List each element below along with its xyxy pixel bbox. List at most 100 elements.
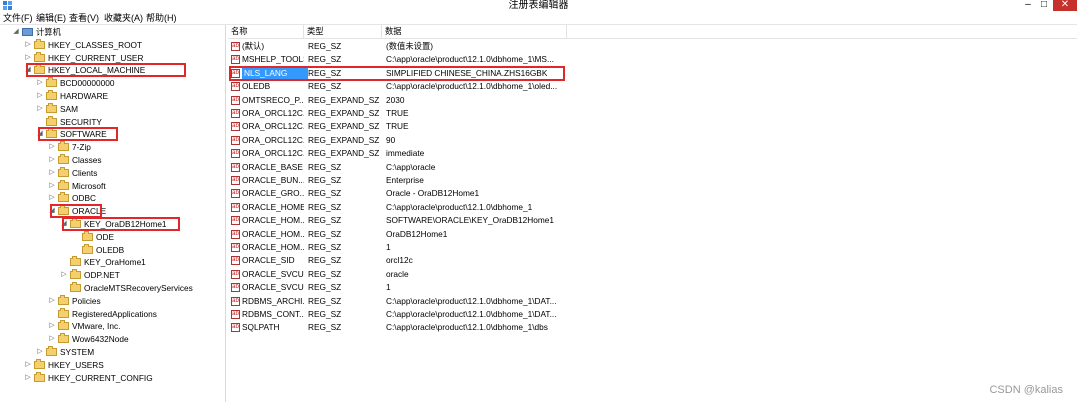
collapsed-arrow-icon[interactable]: ▷ xyxy=(48,154,56,166)
value-row[interactable]: ab ORA_ORCL12C... REG_EXPAND_SZ TRUE xyxy=(228,120,1077,133)
menu-bar: 文件(F) 编辑(E) 查看(V) 收藏夹(A) 帮助(H) xyxy=(0,12,1077,25)
value-type: REG_SZ xyxy=(308,282,342,293)
string-value-icon: ab xyxy=(231,229,240,239)
value-type: REG_SZ xyxy=(308,201,342,212)
tree-node-label: Classes xyxy=(72,155,102,165)
collapsed-arrow-icon[interactable]: ▷ xyxy=(48,320,56,332)
value-row[interactable]: ab ORA_ORCL12C... REG_EXPAND_SZ TRUE xyxy=(228,107,1077,120)
folder-icon xyxy=(58,179,69,190)
value-data: TRUE xyxy=(386,108,409,118)
folder-icon xyxy=(34,358,45,369)
value-row[interactable]: ab SQLPATH REG_SZ C:\app\oracle\product\12.… xyxy=(228,321,1077,334)
tree-node-label: VMware, Inc. xyxy=(72,321,121,332)
tree-node-label: ODE xyxy=(96,231,114,242)
collapsed-arrow-icon[interactable]: ▷ xyxy=(48,192,56,204)
value-name: ORACLE_HOM... xyxy=(242,242,304,252)
collapsed-arrow-icon[interactable]: ▷ xyxy=(48,141,56,153)
collapsed-arrow-icon[interactable]: ▷ xyxy=(36,77,44,89)
string-value-icon: ab xyxy=(231,296,240,306)
value-name: ORACLE_HOM... xyxy=(242,228,304,239)
value-row[interactable]: ab MSHELP_TOOLS REG_SZ C:\app\oracle\produc… xyxy=(228,53,1077,66)
value-data: C:\app\oracle\product\12.1.0\dbhome_1\DA… xyxy=(386,309,557,319)
collapsed-arrow-icon[interactable]: ▷ xyxy=(36,346,44,358)
collapsed-arrow-icon[interactable]: ▷ xyxy=(48,167,56,179)
value-name: RDBMS_CONT... xyxy=(242,309,304,319)
maximize-button[interactable]: □ xyxy=(1036,0,1052,11)
value-data: SOFTWARE\ORACLE\KEY_OraDB12Home1 xyxy=(386,215,554,226)
registry-tree[interactable]: ◢ 计算机 ▷ HKEY_CLASSES_ROOT ▷ HKEY_CURRENT_USER… xyxy=(0,25,226,402)
value-data: C:\app\oracle xyxy=(386,161,436,172)
value-type: REG_SZ xyxy=(308,228,342,239)
value-data: (数值未设置) xyxy=(386,41,434,51)
value-name: ORACLE_SVCU... xyxy=(242,282,304,293)
string-value-icon: ab xyxy=(231,82,240,92)
folder-icon xyxy=(70,282,81,292)
menu-edit[interactable]: 编辑(E) xyxy=(36,12,66,24)
collapsed-arrow-icon[interactable]: ▷ xyxy=(48,333,56,345)
values-list[interactable]: 名称 类型 数据 ab (默认) REG_SZ (数值未设置) ab MSHELP_TOO… xyxy=(228,25,1077,402)
watermark: CSDN @kalias xyxy=(989,384,1063,396)
tree-node-label: HKEY_USERS xyxy=(48,359,104,370)
value-data: C:\app\oracle\product\12.1.0\dbhome_1\DA… xyxy=(386,295,557,306)
expanded-arrow-icon[interactable]: ◢ xyxy=(12,26,20,38)
collapsed-arrow-icon[interactable]: ▷ xyxy=(48,295,56,307)
value-row[interactable]: ab ORACLE_SVCU... REG_SZ 1 xyxy=(228,281,1077,294)
value-data: 1 xyxy=(386,282,391,293)
value-type: REG_SZ xyxy=(308,268,342,279)
folder-icon xyxy=(82,243,93,254)
value-type: REG_SZ xyxy=(308,322,342,333)
folder-icon xyxy=(58,320,69,331)
collapsed-arrow-icon[interactable]: ▷ xyxy=(24,372,32,384)
collapsed-arrow-icon[interactable]: ▷ xyxy=(24,52,32,64)
close-button[interactable]: ✕ xyxy=(1053,0,1077,11)
value-row[interactable]: ab ORACLE_HOME REG_SZ C:\app\oracle\product… xyxy=(228,201,1077,214)
column-header-name[interactable]: 名称 xyxy=(228,25,304,38)
value-name: ORA_ORCL12C... xyxy=(242,134,304,145)
value-row[interactable]: ab ORACLE_HOM... REG_SZ SOFTWARE\ORACLE\KEY… xyxy=(228,214,1077,227)
collapsed-arrow-icon[interactable]: ▷ xyxy=(24,359,32,371)
value-row[interactable]: ab ORACLE_GRO... REG_SZ Oracle - OraDB12Hom… xyxy=(228,187,1077,200)
folder-icon xyxy=(46,77,57,88)
value-name: ORACLE_BUN... xyxy=(242,175,304,185)
value-row[interactable]: ab ORACLE_BASE REG_SZ C:\app\oracle xyxy=(228,161,1077,174)
highlight-box xyxy=(26,63,186,78)
value-row[interactable]: ab ORACLE_SID REG_SZ orcl12c xyxy=(228,254,1077,267)
title-bar: 注册表编辑器 – □ ✕ xyxy=(0,0,1077,12)
collapsed-arrow-icon[interactable]: ▷ xyxy=(36,103,44,115)
collapsed-arrow-icon[interactable]: ▷ xyxy=(60,269,68,281)
column-header-type[interactable]: 类型 xyxy=(304,25,382,38)
value-name: MSHELP_TOOLS xyxy=(242,54,304,65)
value-data: Enterprise xyxy=(386,175,424,185)
menu-view[interactable]: 查看(V) xyxy=(69,12,99,24)
value-row[interactable]: ab ORA_ORCL12C... REG_EXPAND_SZ immediate xyxy=(228,147,1077,160)
collapsed-arrow-icon[interactable]: ▷ xyxy=(24,39,32,51)
value-row[interactable]: ab ORACLE_SVCU... REG_SZ oracle xyxy=(228,268,1077,281)
value-data: 1 xyxy=(386,242,391,252)
tree-node-label: RegisteredApplications xyxy=(72,308,157,319)
value-row[interactable]: ab OMTSRECO_P... REG_EXPAND_SZ 2030 xyxy=(228,94,1077,107)
collapsed-arrow-icon[interactable]: ▷ xyxy=(48,180,56,192)
menu-favorites[interactable]: 收藏夹(A) xyxy=(104,12,143,24)
value-row[interactable]: ab ORACLE_HOM... REG_SZ OraDB12Home1 xyxy=(228,228,1077,241)
value-row[interactable]: ab RDBMS_CONT... REG_SZ C:\app\oracle\produ… xyxy=(228,308,1077,321)
value-name: ORACLE_BASE xyxy=(242,161,303,172)
folder-icon xyxy=(58,192,69,203)
value-row[interactable]: ab ORACLE_HOM... REG_SZ 1 xyxy=(228,241,1077,254)
value-row[interactable]: ab ORACLE_BUN... REG_SZ Enterprise xyxy=(228,174,1077,187)
collapsed-arrow-icon[interactable]: ▷ xyxy=(36,90,44,102)
value-name: ORACLE_SVCU... xyxy=(242,268,304,279)
highlight-box xyxy=(62,217,180,231)
string-value-icon: ab xyxy=(231,269,240,279)
menu-help[interactable]: 帮助(H) xyxy=(146,12,177,24)
string-value-icon: ab xyxy=(231,256,240,266)
value-row[interactable]: ab ORA_ORCL12C... REG_EXPAND_SZ 90 xyxy=(228,134,1077,147)
minimize-button[interactable]: – xyxy=(1020,0,1036,11)
value-name: RDBMS_ARCHI... xyxy=(242,295,304,306)
value-row[interactable]: ab OLEDB REG_SZ C:\app\oracle\product\12.1.… xyxy=(228,80,1077,93)
menu-file[interactable]: 文件(F) xyxy=(3,12,33,24)
column-header-data[interactable]: 数据 xyxy=(382,25,567,38)
folder-icon xyxy=(58,294,69,305)
value-row[interactable]: ab RDBMS_ARCHI... REG_SZ C:\app\oracle\prod… xyxy=(228,295,1077,308)
string-value-icon: ab xyxy=(231,283,240,293)
value-row[interactable]: ab (默认) REG_SZ (数值未设置) xyxy=(228,40,1077,53)
